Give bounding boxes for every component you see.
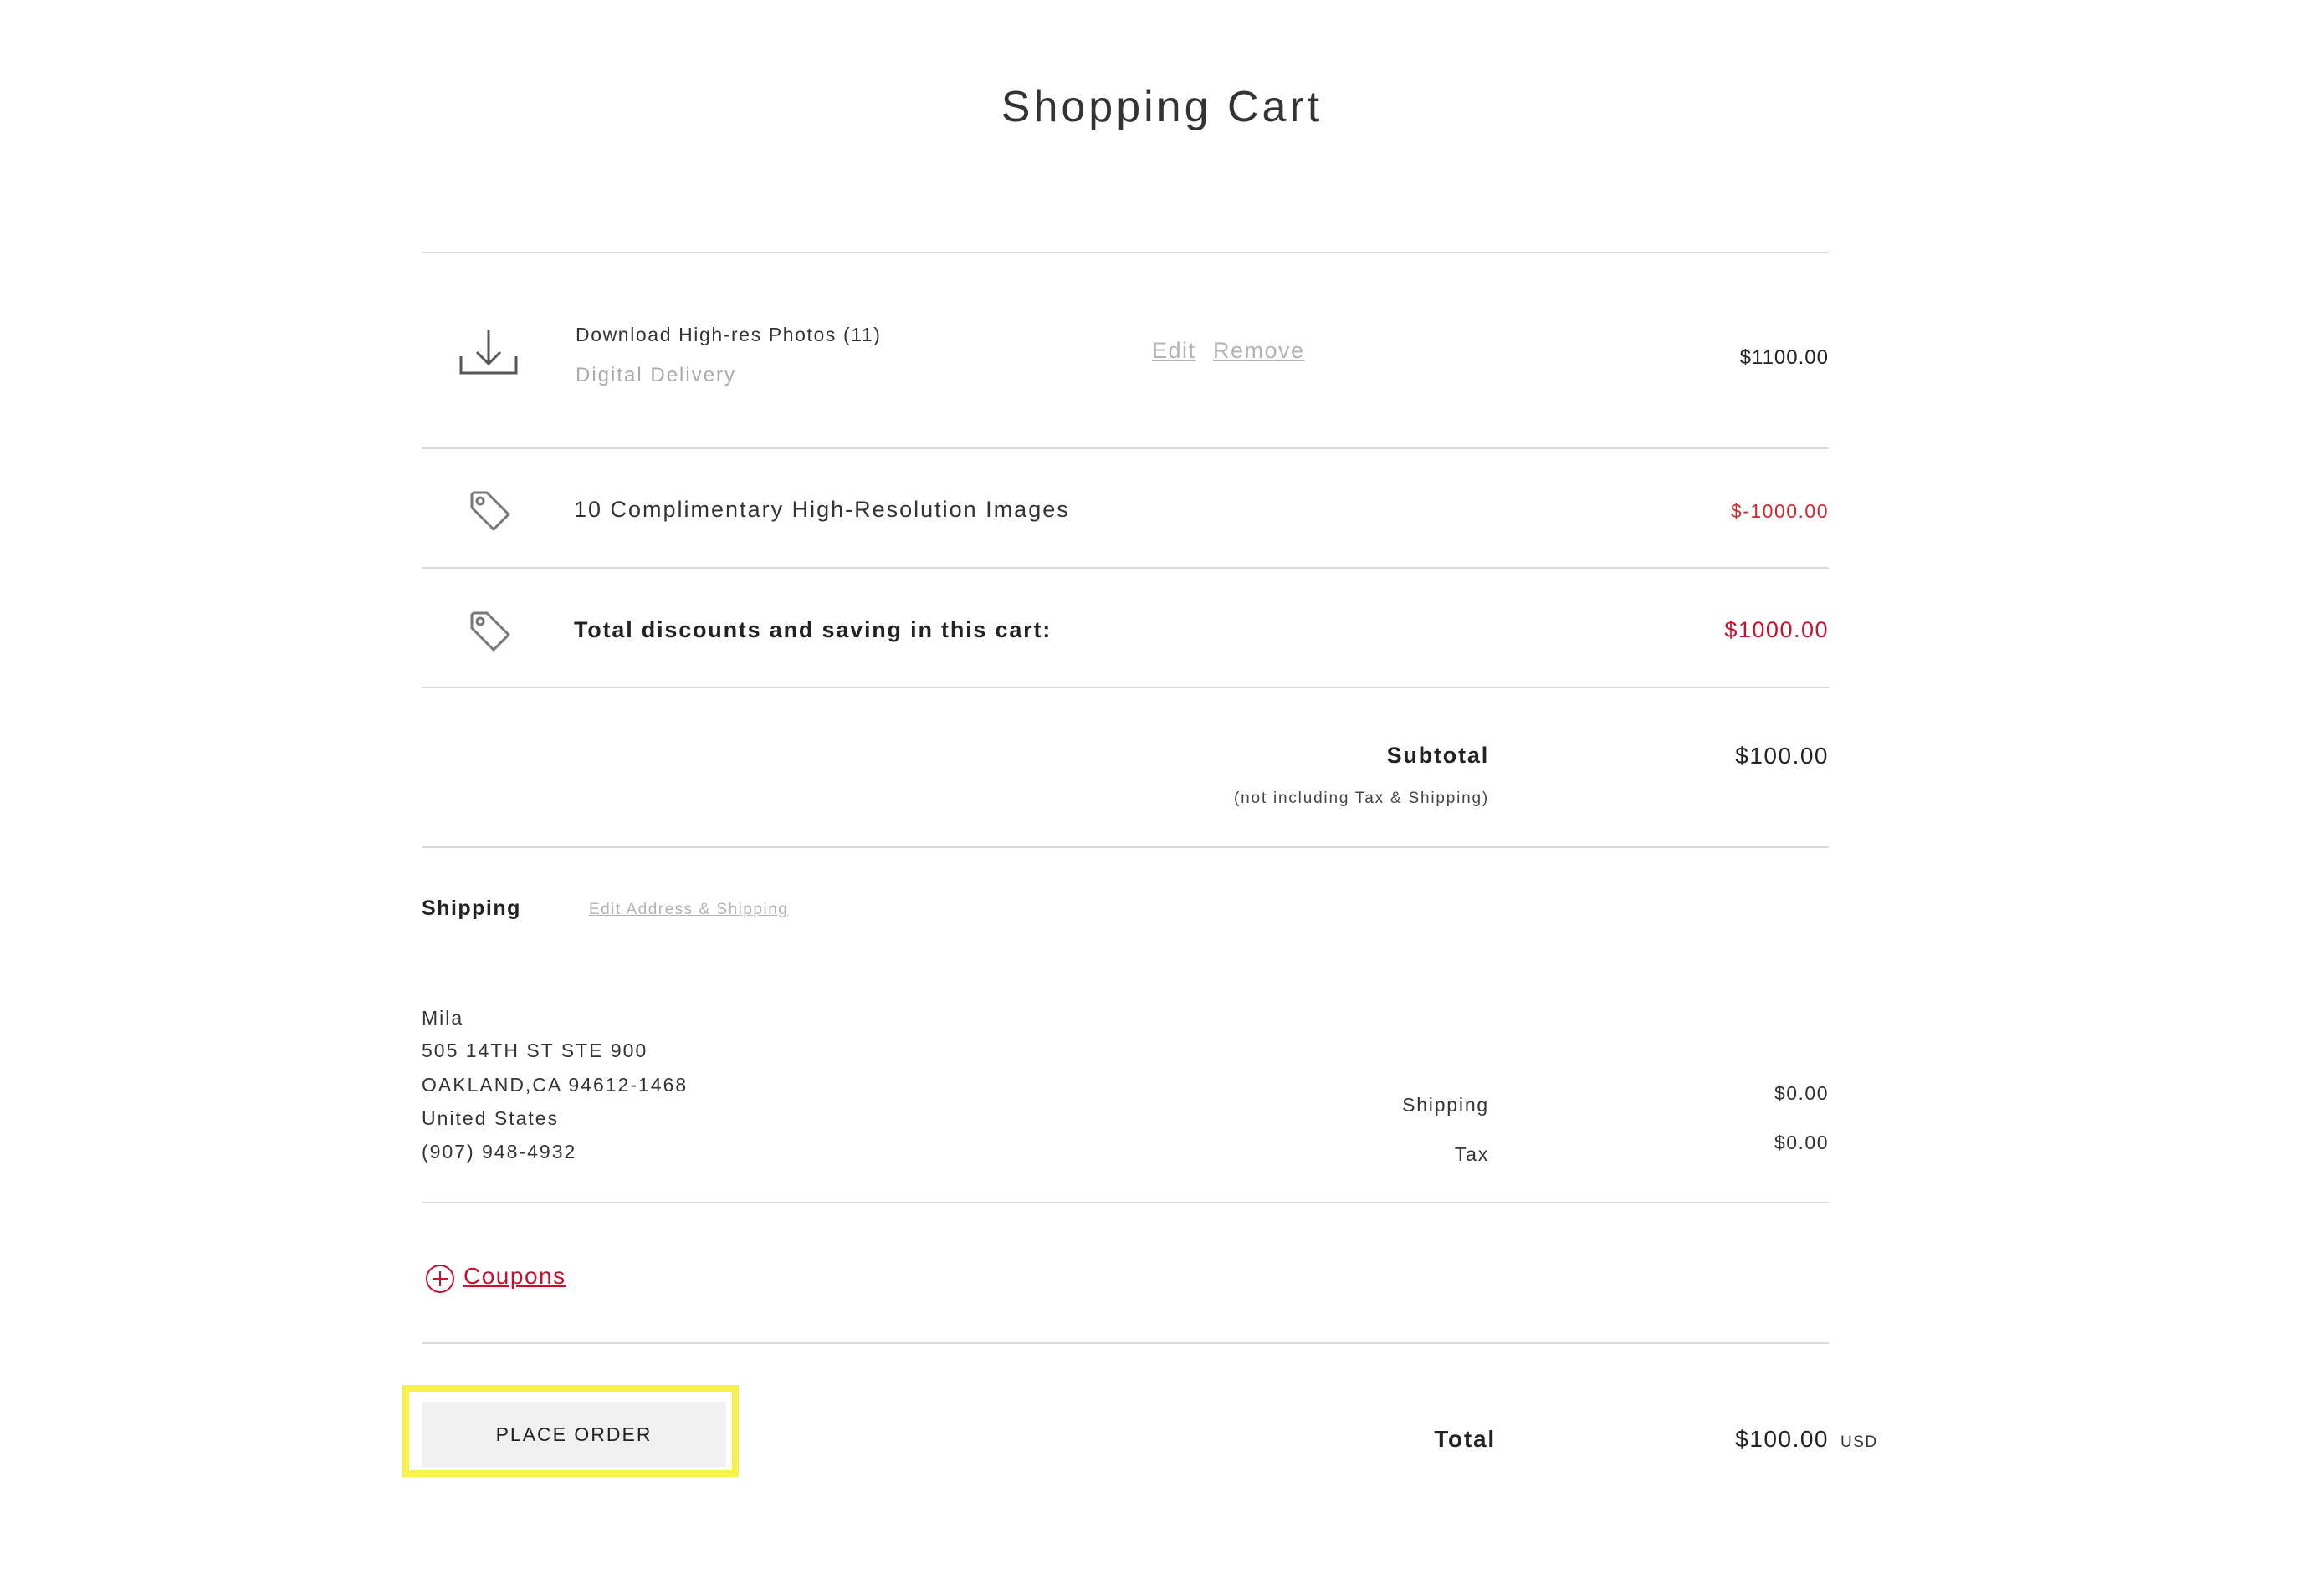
subtotal-note: (not including Tax & Shipping) [1233,790,1489,807]
address-line2: OAKLAND,CA 94612-1468 [422,1074,688,1096]
address-name: Mila [422,1007,464,1029]
subtotal-label: Subtotal [1386,743,1489,768]
divider [422,567,1829,569]
tax-label: Tax [1454,1143,1489,1165]
cart-item-title: Download High-res Photos (11) [576,324,882,345]
address-country: United States [422,1107,560,1129]
page-title: Shopping Cart [1001,83,1323,131]
shipping-heading: Shipping [422,897,521,920]
divider [422,252,1829,253]
promotion-label: 10 Complimentary High-Resolution Images [574,497,1070,522]
cart-item-price: $1100.00 [1739,346,1829,369]
tag-icon [470,611,510,652]
remove-item-link[interactable]: Remove [1213,338,1305,364]
cart-item-delivery: Digital Delivery [576,364,737,386]
total-amount: $100.00 [1735,1426,1829,1452]
shopping-cart-page: Shopping Cart Download High-res Photos (… [0,0,2324,1579]
tag-icon [470,491,510,531]
promotion-amount: $-1000.00 [1730,500,1829,522]
address-phone: (907) 948-4932 [422,1141,577,1163]
total-label: Total [1434,1426,1496,1452]
discount-total-amount: $1000.00 [1724,617,1829,642]
shipping-cost-amount: $0.00 [1774,1082,1829,1104]
edit-item-link[interactable]: Edit [1152,338,1196,364]
plus-circle-icon[interactable] [425,1264,455,1294]
divider [422,846,1829,848]
shipping-cost-label: Shipping [1402,1094,1489,1116]
subtotal-amount: $100.00 [1735,743,1829,769]
coupons-link[interactable]: Coupons [463,1263,566,1290]
edit-address-shipping-link[interactable]: Edit Address & Shipping [589,901,788,919]
tax-amount: $0.00 [1774,1132,1829,1153]
divider [422,1342,1829,1344]
divider [422,1202,1829,1203]
total-currency: USD [1840,1433,1878,1451]
address-line1: 505 14TH ST STE 900 [422,1040,648,1061]
download-icon [459,330,518,375]
divider [422,447,1829,449]
divider [422,687,1829,688]
discount-total-label: Total discounts and saving in this cart: [574,617,1052,642]
place-order-button[interactable]: PLACE ORDER [422,1402,726,1467]
